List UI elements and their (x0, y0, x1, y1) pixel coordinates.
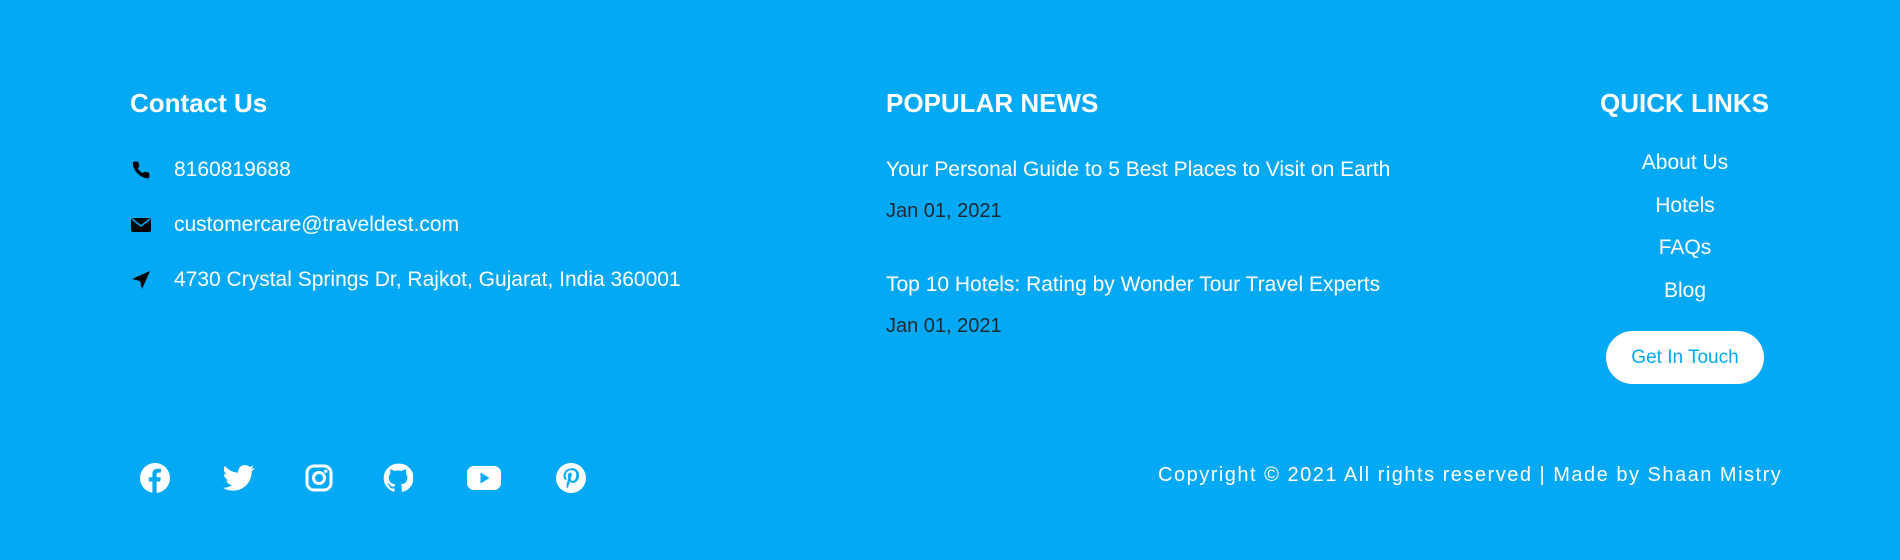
youtube-icon[interactable] (466, 460, 502, 496)
quick-link-blog[interactable]: Blog (1664, 276, 1706, 319)
contact-phone[interactable]: 8160819688 (174, 158, 291, 182)
contact-phone-row: 8160819688 (130, 155, 291, 185)
contact-address: 4730 Crystal Springs Dr, Rajkot, Gujarat… (174, 268, 681, 291)
get-in-touch-button[interactable]: Get In Touch (1606, 331, 1764, 384)
news-headline-link[interactable]: Top 10 Hotels: Rating by Wonder Tour Tra… (886, 270, 1380, 300)
instagram-icon[interactable] (301, 460, 337, 496)
contact-title: Contact Us (130, 88, 268, 118)
phone-icon (130, 159, 152, 181)
quick-links-list: About Us Hotels FAQs Blog (1585, 148, 1785, 318)
envelope-icon (130, 214, 152, 236)
news-date: Jan 01, 2021 (886, 315, 1002, 337)
quick-link-hotels[interactable]: Hotels (1655, 191, 1715, 234)
quick-links-title: QUICK LINKS (1600, 88, 1769, 118)
contact-email[interactable]: customercare@traveldest.com (174, 213, 459, 237)
facebook-icon[interactable] (137, 460, 173, 496)
location-arrow-icon (130, 269, 152, 291)
news-headline-link[interactable]: Your Personal Guide to 5 Best Places to … (886, 155, 1390, 185)
pinterest-icon[interactable] (553, 460, 589, 496)
contact-address-row: 4730 Crystal Springs Dr, Rajkot, Gujarat… (130, 265, 681, 295)
twitter-icon[interactable] (221, 460, 257, 496)
contact-email-row: customercare@traveldest.com (130, 210, 459, 240)
site-footer: Contact Us 8160819688 customercare@trave… (0, 0, 1900, 560)
quick-link-about-us[interactable]: About Us (1642, 148, 1728, 191)
popular-news-title: POPULAR NEWS (886, 88, 1099, 118)
quick-link-faqs[interactable]: FAQs (1659, 233, 1712, 276)
github-icon[interactable] (380, 460, 416, 496)
copyright-text: Copyright © 2021 All rights reserved | M… (1158, 464, 1783, 486)
news-item: Your Personal Guide to 5 Best Places to … (886, 155, 1390, 225)
news-date: Jan 01, 2021 (886, 200, 1002, 222)
news-item: Top 10 Hotels: Rating by Wonder Tour Tra… (886, 270, 1380, 340)
